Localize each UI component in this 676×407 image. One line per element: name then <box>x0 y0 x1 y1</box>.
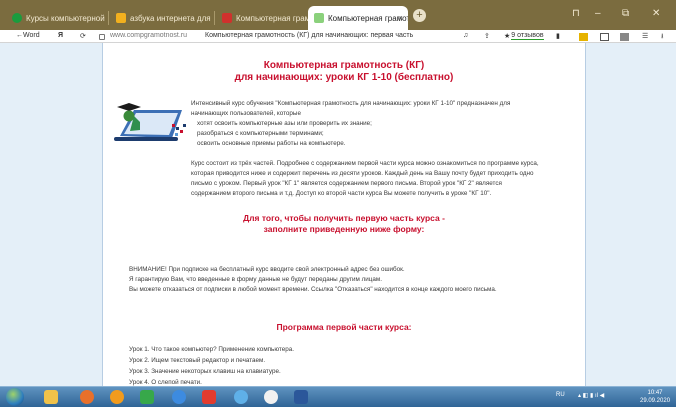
reviews-badge[interactable]: ★ 9 отзывов <box>504 32 544 40</box>
form-heading-line: заполните приведенную ниже форму: <box>263 223 425 234</box>
star-icon: ★ <box>504 33 511 40</box>
intro-text: Интенсивный курс обучения "Компьютерная … <box>191 99 579 149</box>
tab-gramotnost-1[interactable]: Компьютерная грамотнос <box>216 6 308 30</box>
lock-icon[interactable] <box>99 34 105 40</box>
network-app-icon[interactable] <box>140 390 154 404</box>
description-line: Курс состоит из трёх частей. Подробнее с… <box>191 160 539 167</box>
minimize-button[interactable]: ‒ <box>595 8 601 19</box>
lesson-item: Урок 3. Значение некоторых клавиш на кла… <box>129 368 281 375</box>
description-line: которая приводится ниже и содержит переч… <box>191 170 534 177</box>
intro-bullet: освоить основные приемы работы на компью… <box>197 140 346 147</box>
address-bar: ←Word Я ⟳ www.compgramotnost.ru Компьюте… <box>0 30 676 43</box>
tab-courses[interactable]: Курсы компьютерной гра <box>6 6 106 30</box>
start-button[interactable] <box>6 388 24 406</box>
url-page-title[interactable]: Компьютерная грамотность (КГ) для начина… <box>205 32 413 39</box>
lesson-item: Урок 1. Что такое компьютер? Применение … <box>129 346 294 353</box>
page-viewport: Компьютерная грамотность (КГ) для начина… <box>0 43 676 386</box>
download-icon[interactable] <box>620 33 629 41</box>
notice-line: Вы можете отказаться от подписки в любой… <box>129 286 497 293</box>
notice-line: Я гарантирую Вам, что введенные в форму … <box>129 276 382 283</box>
tab-strip: Курсы компьютерной гра азбука интернета … <box>0 0 676 30</box>
tab-favicon <box>314 13 324 23</box>
reviews-count: 9 отзывов <box>511 32 544 40</box>
system-clock[interactable]: 10:47 29.09.2020 <box>640 389 670 405</box>
refresh-icon[interactable]: ⟳ <box>80 32 86 40</box>
lesson-list: Урок 1. Что такое компьютер? Применение … <box>129 344 569 386</box>
clock-date: 29.09.2020 <box>640 398 671 404</box>
close-tab-icon[interactable]: × <box>398 13 403 23</box>
description-line: содержанием второго письма и т.д. Доступ… <box>191 190 492 197</box>
new-tab-button[interactable]: + <box>413 9 426 22</box>
avast-icon[interactable] <box>110 390 124 404</box>
lesson-item: Урок 2. Ищем текстовый редактор и печата… <box>129 357 266 364</box>
yandex-browser-icon[interactable] <box>264 390 278 404</box>
explorer-icon[interactable] <box>44 390 58 404</box>
url-host[interactable]: www.compgramotnost.ru <box>110 32 187 39</box>
yandex-icon[interactable] <box>202 390 216 404</box>
intro-bullet: разобраться с компьютерными терминами; <box>197 130 324 137</box>
clock-time: 10:47 <box>647 390 663 396</box>
headphones-icon[interactable]: ♫ <box>463 32 468 39</box>
form-heading: Для того, чтобы получить первую часть ку… <box>103 213 585 234</box>
program-heading: Программа первой части курса: <box>276 322 412 332</box>
subscription-notice: ВНИМАНИЕ! При подписке на бесплатный кур… <box>129 265 569 295</box>
lesson-item: Урок 4. О слепой печати. <box>129 379 202 386</box>
tray-icons[interactable]: ▴ ◧ ▮ ıl ◀ <box>578 392 604 399</box>
word-icon[interactable] <box>294 390 308 404</box>
windows-taskbar: RU ▴ ◧ ▮ ıl ◀ 10:47 29.09.2020 <box>0 386 676 407</box>
tab-label: азбука интернета для пен <box>130 13 212 23</box>
tab-favicon <box>116 13 126 23</box>
maximize-button[interactable]: ⧉ <box>622 8 629 19</box>
intro-line: начинающих пользователей, которые <box>191 110 301 117</box>
tab-label: Компьютерная грамотнос <box>236 13 308 23</box>
course-logo-image <box>114 103 186 141</box>
content-column: Компьютерная грамотность (КГ) для начина… <box>102 43 586 386</box>
globe-icon[interactable] <box>234 390 248 404</box>
tab-label: Курсы компьютерной гра <box>26 13 106 23</box>
translate-icon[interactable] <box>600 33 609 41</box>
page-title-line: для начинающих: уроки КГ 1-10 (бесплатно… <box>234 72 454 83</box>
form-heading-line: Для того, чтобы получить первую часть ку… <box>243 213 445 223</box>
extensions-icon[interactable]: ⊓ <box>572 8 580 19</box>
back-button[interactable]: ←Word <box>16 32 40 39</box>
intro-line: Интенсивный курс обучения "Компьютерная … <box>191 100 511 107</box>
tab-label: Компьютерная грамотно <box>328 13 408 23</box>
page-title: Компьютерная грамотность (КГ) для начина… <box>103 60 585 84</box>
tab-favicon <box>12 13 22 23</box>
language-indicator[interactable]: RU <box>556 392 565 398</box>
media-player-icon[interactable] <box>80 390 94 404</box>
page-title-line: Компьютерная грамотность (КГ) <box>263 60 425 71</box>
tab-internet-abc[interactable]: азбука интернета для пен <box>110 6 212 30</box>
tab-favicon <box>222 13 232 23</box>
share-icon[interactable]: ⇪ <box>484 32 490 40</box>
intro-bullet: хотят освоить компьютерные азы или прове… <box>197 120 372 127</box>
bookmark-icon[interactable]: ▮ <box>556 32 560 40</box>
download-arrow-icon[interactable]: ⭳ <box>661 32 663 43</box>
battery-icon[interactable] <box>579 33 588 41</box>
yandex-icon[interactable]: Я <box>58 32 63 39</box>
close-window-button[interactable]: ✕ <box>652 8 660 19</box>
menu-icon[interactable]: ☰ <box>642 32 648 40</box>
description-line: письмо с уроком. Первый урок "КГ 1" явля… <box>191 180 502 187</box>
notice-line: ВНИМАНИЕ! При подписке на бесплатный кур… <box>129 266 405 273</box>
chrome-icon[interactable] <box>172 390 186 404</box>
course-description: Курс состоит из трёх частей. Подробнее с… <box>191 159 576 199</box>
tab-gramotnost-active[interactable]: Компьютерная грамотно × <box>308 6 408 30</box>
